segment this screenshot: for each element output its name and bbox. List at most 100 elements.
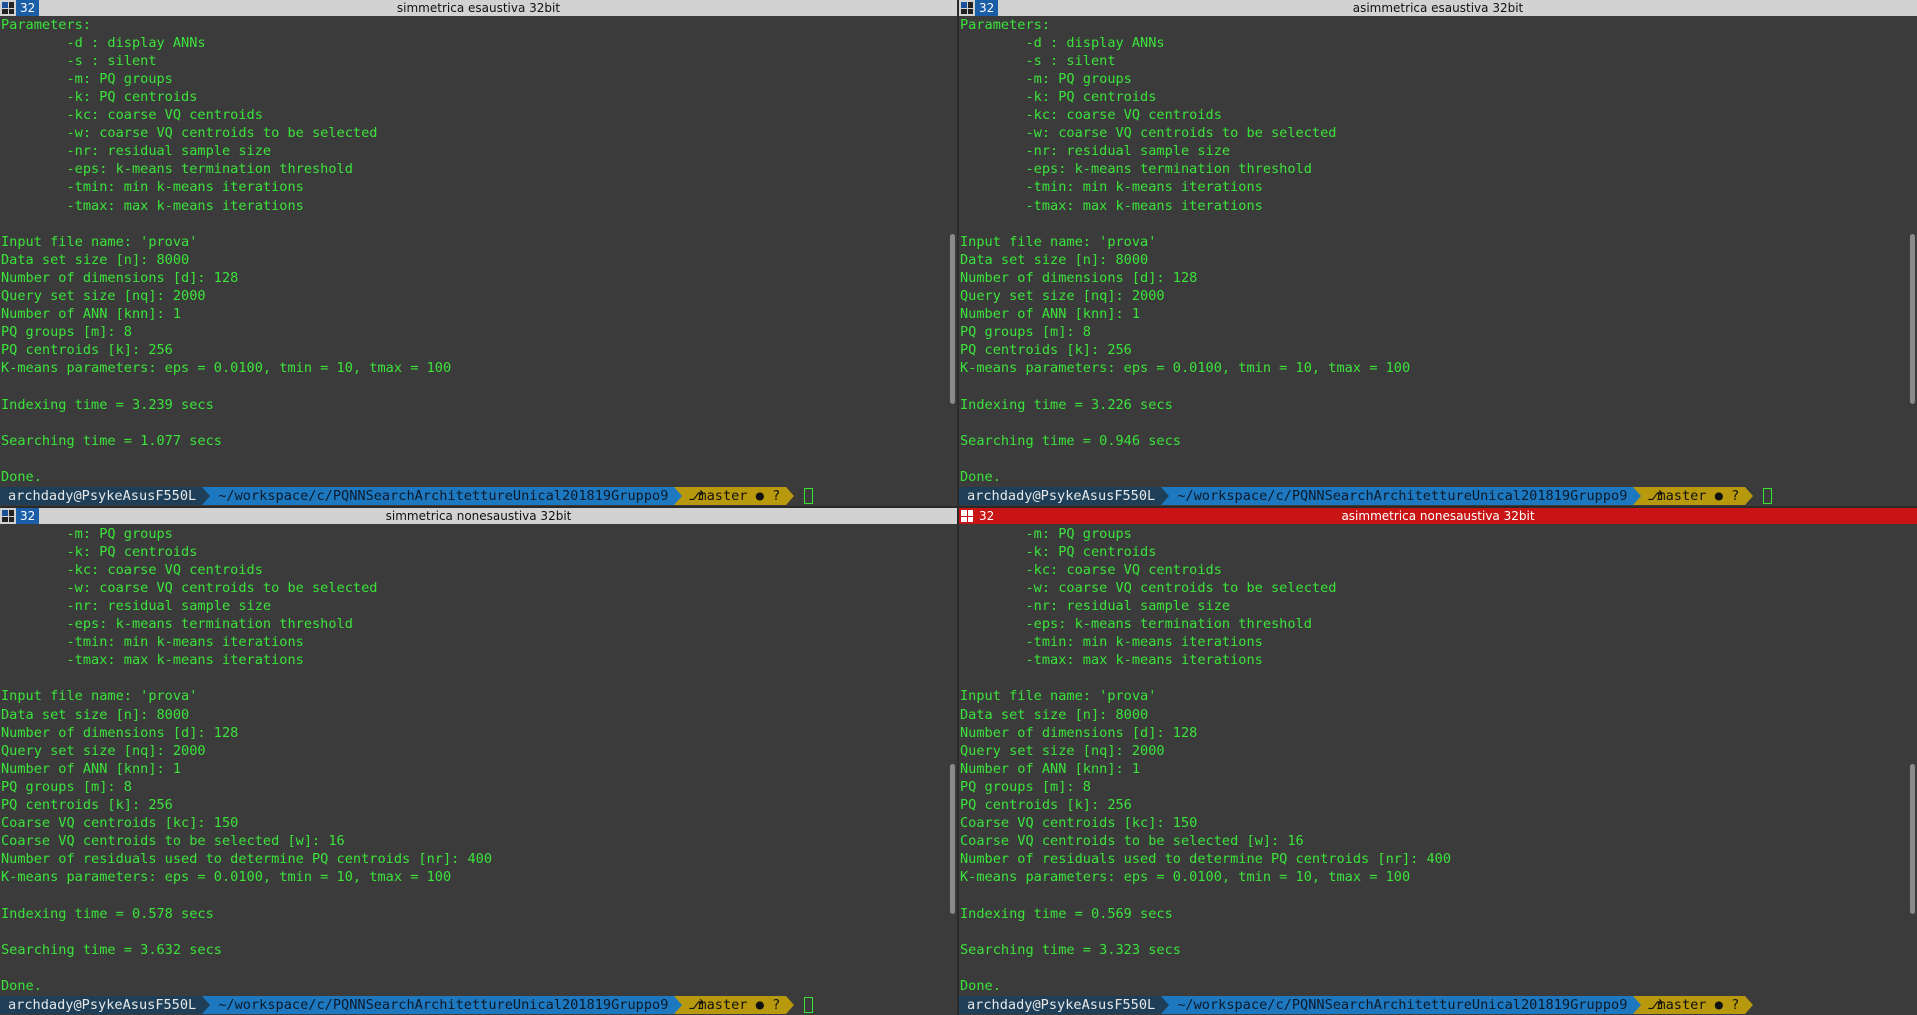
powerline-arrow-icon <box>1633 487 1642 505</box>
output-line: Input file name: 'prova' <box>960 688 1157 705</box>
output-line: PQ groups [m]: 8 <box>1 324 132 341</box>
output-line: -nr: residual sample size <box>960 143 1231 160</box>
prompt-path: ~/workspace/c/PQNNSearchArchitettureUnic… <box>1169 996 1634 1014</box>
output-line: -w: coarse VQ centroids to be selected <box>1 125 378 142</box>
scrollbar[interactable] <box>1910 234 1915 404</box>
git-branch-icon: ⎇ <box>688 488 705 504</box>
output-line: Input file name: 'prova' <box>960 233 1157 250</box>
output-line: Searching time = 3.323 secs <box>960 941 1181 958</box>
output-line: Parameters: <box>1 16 92 33</box>
output-line: -tmax: max k-means iterations <box>1 197 304 214</box>
output-line: Searching time = 3.632 secs <box>1 941 222 958</box>
git-dirty-icon: ● <box>1714 488 1723 504</box>
pane-titlebar: 32 simmetrica nonesaustiva 32bit <box>0 508 957 524</box>
powerline-arrow-icon <box>1161 996 1170 1014</box>
output-line: -d : display ANNs <box>960 34 1165 51</box>
git-untracked: ? <box>772 997 781 1013</box>
output-line: Number of dimensions [d]: 128 <box>1 269 239 286</box>
pane-top-left[interactable]: 32 simmetrica esaustiva 32bit Parameters… <box>0 0 957 506</box>
output-line: Coarse VQ centroids to be selected [w]: … <box>960 833 1304 850</box>
powerline-arrow-icon <box>786 996 795 1014</box>
output-line: PQ centroids [k]: 256 <box>960 796 1132 813</box>
output-line: Number of dimensions [d]: 128 <box>960 724 1198 741</box>
pane-bottom-left[interactable]: 32 simmetrica nonesaustiva 32bit -m: PQ … <box>0 508 957 1015</box>
pane-titlebar: 32 simmetrica esaustiva 32bit <box>0 0 957 16</box>
output-line: Data set size [n]: 8000 <box>1 706 190 723</box>
output-line: -tmax: max k-means iterations <box>960 197 1263 214</box>
output-line: -m: PQ groups <box>960 70 1132 87</box>
terminal-output[interactable]: -m: PQ groups -k: PQ centroids -kc: coar… <box>0 524 957 1015</box>
output-line: PQ centroids [k]: 256 <box>1 342 173 359</box>
pane-number: 32 <box>975 508 999 524</box>
output-line: Input file name: 'prova' <box>1 688 198 705</box>
output-line: Number of dimensions [d]: 128 <box>1 724 239 741</box>
prompt-user: archdady@PsykeAsusF550L <box>0 487 203 505</box>
output-line: Done. <box>960 468 1001 485</box>
output-line: Query set size [nq]: 2000 <box>1 287 206 304</box>
output-line: Indexing time = 3.226 secs <box>960 396 1173 413</box>
output-line: Number of ANN [knn]: 1 <box>960 306 1141 323</box>
output-line: K-means parameters: eps = 0.0100, tmin =… <box>1 869 452 886</box>
terminal-output[interactable]: Parameters: -d : display ANNs -s : silen… <box>0 16 957 506</box>
output-line: Data set size [n]: 8000 <box>960 251 1149 268</box>
scrollbar[interactable] <box>1910 764 1915 914</box>
output-lines: Parameters: -d : display ANNs -s : silen… <box>1 16 943 486</box>
output-line: PQ centroids [k]: 256 <box>1 796 173 813</box>
output-lines: -m: PQ groups -k: PQ centroids -kc: coar… <box>960 525 1903 995</box>
terminal-output[interactable]: -m: PQ groups -k: PQ centroids -kc: coar… <box>959 524 1917 1015</box>
output-line: Coarse VQ centroids [kc]: 150 <box>1 815 239 832</box>
pane-layout-icon <box>2 510 14 522</box>
output-line: -m: PQ groups <box>1 525 173 542</box>
prompt-git: ⎇master ● ? <box>1641 487 1746 505</box>
terminal-output[interactable]: Parameters: -d : display ANNs -s : silen… <box>959 16 1917 506</box>
git-branch: master <box>1657 997 1707 1013</box>
output-line: K-means parameters: eps = 0.0100, tmin =… <box>960 869 1411 886</box>
cursor <box>804 997 814 1013</box>
output-line: -k: PQ centroids <box>1 543 198 560</box>
git-branch: master <box>1657 488 1707 504</box>
output-line: PQ centroids [k]: 256 <box>960 342 1132 359</box>
output-line: PQ groups [m]: 8 <box>960 324 1091 341</box>
tmux-window: 32 simmetrica esaustiva 32bit Parameters… <box>0 0 1917 1015</box>
output-line: -d : display ANNs <box>1 34 206 51</box>
prompt-user: archdady@PsykeAsusF550L <box>959 996 1162 1014</box>
pane-top-right[interactable]: 32 asimmetrica esaustiva 32bit Parameter… <box>959 0 1917 506</box>
output-line: -s : silent <box>960 52 1116 69</box>
prompt-git: ⎇master ● ? <box>682 487 787 505</box>
output-line: -tmin: min k-means iterations <box>960 179 1263 196</box>
cursor <box>1763 488 1773 504</box>
output-lines: -m: PQ groups -k: PQ centroids -kc: coar… <box>1 525 943 995</box>
output-line: Searching time = 0.946 secs <box>960 432 1181 449</box>
output-line: Data set size [n]: 8000 <box>960 706 1149 723</box>
scrollbar[interactable] <box>950 234 955 404</box>
output-line: -eps: k-means termination threshold <box>1 616 353 633</box>
output-line: K-means parameters: eps = 0.0100, tmin =… <box>1 360 452 377</box>
output-line: Input file name: 'prova' <box>1 233 198 250</box>
output-line: -eps: k-means termination threshold <box>960 161 1312 178</box>
pane-bottom-right-active[interactable]: 32 asimmetrica nonesaustiva 32bit -m: PQ… <box>959 508 1917 1015</box>
powerline-arrow-icon <box>674 996 683 1014</box>
shell-prompt: archdady@PsykeAsusF550L ~/workspace/c/PQN… <box>959 996 1754 1014</box>
output-line: Parameters: <box>960 16 1051 33</box>
git-dirty-icon: ● <box>755 488 764 504</box>
output-line: -w: coarse VQ centroids to be selected <box>1 579 378 596</box>
output-line: Indexing time = 3.239 secs <box>1 396 214 413</box>
git-branch-icon: ⎇ <box>1647 488 1664 504</box>
pane-layout-icon <box>961 2 973 14</box>
scrollbar[interactable] <box>950 764 955 914</box>
output-line: -w: coarse VQ centroids to be selected <box>960 579 1337 596</box>
output-line: -k: PQ centroids <box>960 543 1157 560</box>
powerline-arrow-icon <box>1745 487 1754 505</box>
pane-titlebar: 32 asimmetrica esaustiva 32bit <box>959 0 1917 16</box>
shell-prompt: archdady@PsykeAsusF550L ~/workspace/c/PQN… <box>0 487 814 505</box>
pane-title: asimmetrica nonesaustiva 32bit <box>1341 509 1535 523</box>
